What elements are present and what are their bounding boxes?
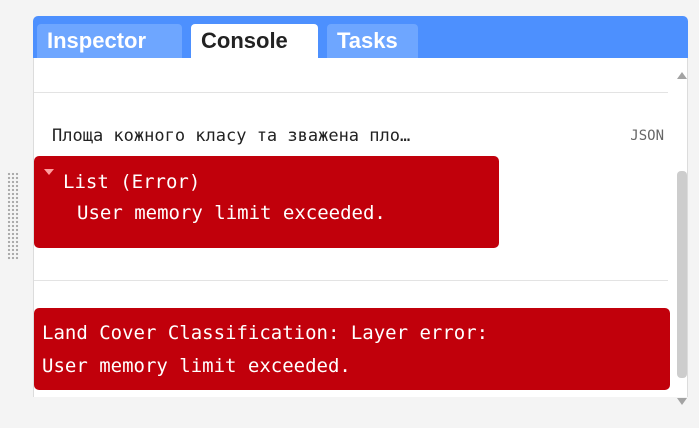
resize-handle-icon[interactable] xyxy=(7,172,19,260)
layer-error-line-2: User memory limit exceeded. xyxy=(42,355,351,377)
arrow-down-icon[interactable] xyxy=(677,398,687,405)
list-error-toggle[interactable]: List (Error) xyxy=(42,167,499,198)
console-scrollbar[interactable] xyxy=(676,58,688,405)
tab-bar: Inspector Console Tasks xyxy=(33,16,688,58)
tab-tasks[interactable]: Tasks xyxy=(327,24,418,58)
console-result-row: Площа кожного класу та зважена пло… JSON xyxy=(52,126,664,152)
result-label: Площа кожного класу та зважена пло… xyxy=(52,126,411,146)
scrollbar-thumb[interactable] xyxy=(677,171,687,378)
caret-down-icon xyxy=(44,169,54,175)
layer-error-line-1: Land Cover Classification: Layer error: xyxy=(42,322,489,344)
divider xyxy=(34,92,668,93)
tab-console[interactable]: Console xyxy=(191,24,318,58)
json-link[interactable]: JSON xyxy=(630,128,664,144)
layer-error-box: Land Cover Classification: Layer error: … xyxy=(34,308,670,390)
list-error-title: List (Error) xyxy=(63,171,201,193)
console-panel: Площа кожного класу та зважена пло… JSON… xyxy=(33,58,688,397)
list-error-message: User memory limit exceeded. xyxy=(77,202,386,224)
divider xyxy=(34,280,668,281)
list-error-box: List (Error) User memory limit exceeded. xyxy=(34,156,499,248)
tab-inspector[interactable]: Inspector xyxy=(37,24,182,58)
arrow-up-icon[interactable] xyxy=(677,72,687,79)
